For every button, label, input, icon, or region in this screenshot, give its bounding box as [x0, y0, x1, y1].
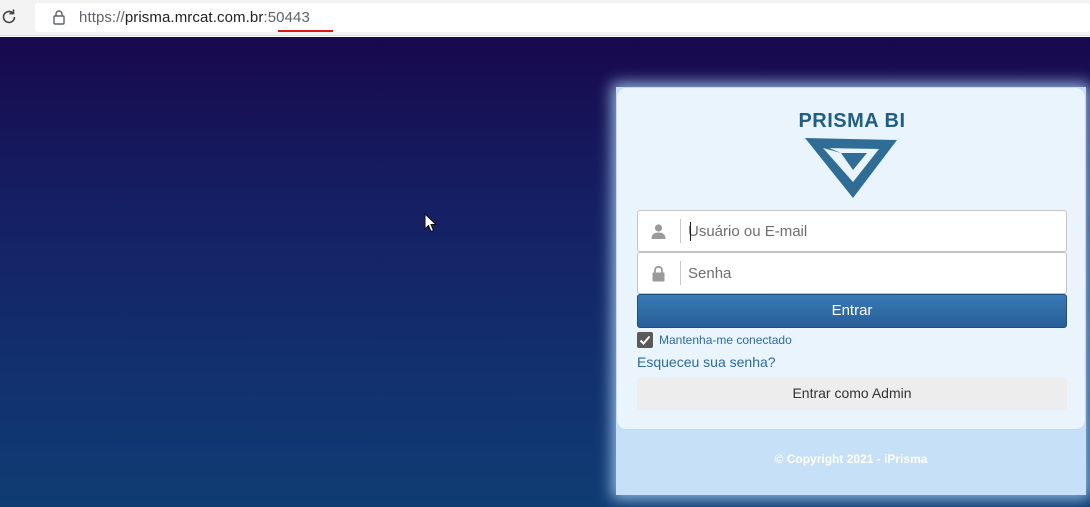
- login-card: PRISMA BI Usuário ou E-mail Entrar Mante…: [616, 87, 1086, 430]
- padlock-icon: [652, 265, 665, 282]
- remember-me-label[interactable]: Mantenha-me conectado: [659, 333, 792, 347]
- copyright-text: © Copyright 2021 - iPrisma: [774, 452, 928, 466]
- user-icon: [651, 224, 666, 239]
- forgot-password-link[interactable]: Esqueceu sua senha?: [637, 354, 776, 370]
- field-separator: [680, 219, 681, 243]
- admin-login-button[interactable]: Entrar como Admin: [637, 377, 1067, 410]
- username-field[interactable]: [637, 210, 1067, 252]
- login-button[interactable]: Entrar: [637, 294, 1067, 328]
- url-scheme: https://: [79, 9, 125, 26]
- prisma-logo: [805, 138, 897, 198]
- url-port: :50443: [263, 9, 310, 26]
- url-host: prisma.mrcat.com.br: [124, 9, 264, 26]
- password-field[interactable]: [637, 252, 1067, 294]
- address-bar[interactable]: https://prisma.mrcat.com.br:50443: [35, 3, 1090, 32]
- reload-icon[interactable]: [0, 8, 18, 26]
- username-input[interactable]: [688, 217, 1058, 245]
- text-caret: [690, 222, 691, 241]
- page-background: PRISMA BI Usuário ou E-mail Entrar Mante…: [0, 37, 1090, 507]
- browser-toolbar: https://prisma.mrcat.com.br:50443: [0, 0, 1090, 36]
- field-separator: [680, 261, 681, 285]
- red-underline-annotation: [278, 30, 333, 32]
- brand-title: PRISMA BI: [798, 110, 906, 132]
- login-panel: PRISMA BI Usuário ou E-mail Entrar Mante…: [616, 87, 1086, 495]
- cursor-icon: [424, 213, 438, 233]
- url-text[interactable]: https://prisma.mrcat.com.br:50443: [79, 9, 310, 26]
- checkbox-checked-icon[interactable]: [637, 332, 653, 348]
- password-input[interactable]: [688, 259, 1058, 287]
- lock-icon[interactable]: [51, 9, 67, 25]
